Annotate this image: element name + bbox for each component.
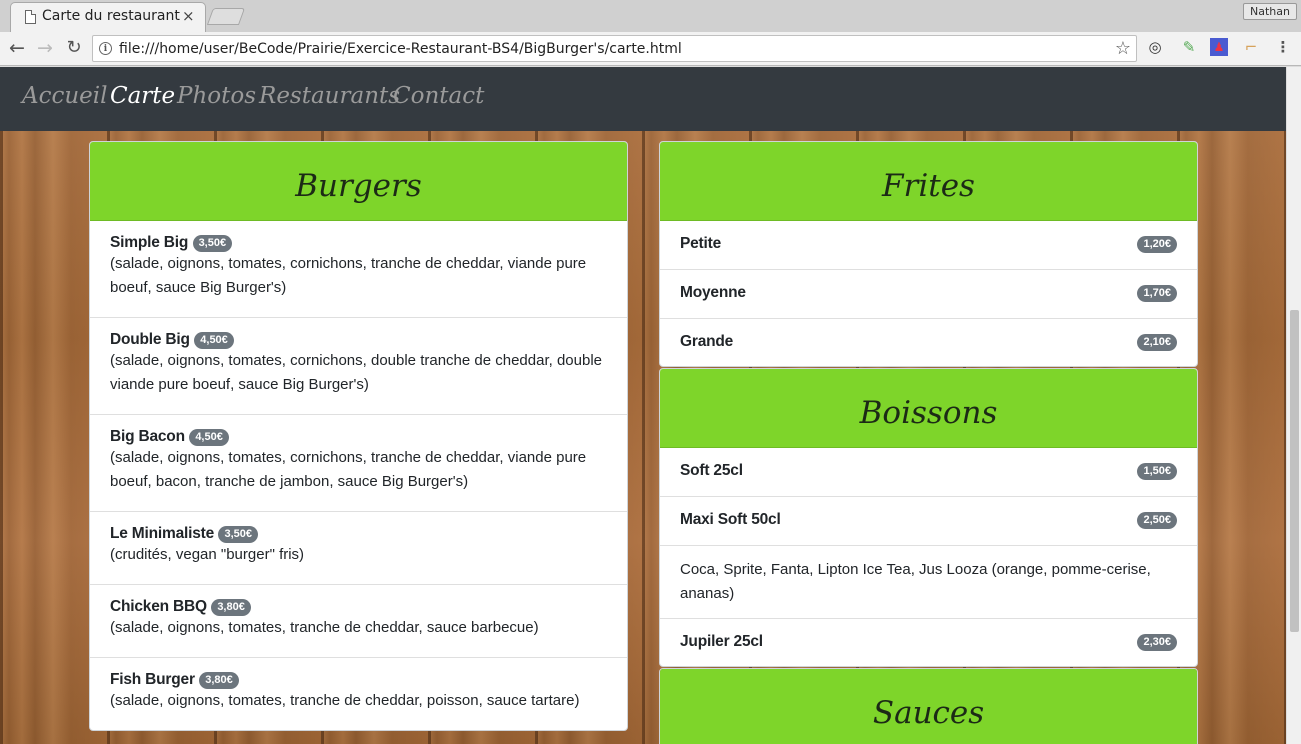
- nav-link-contact[interactable]: Contact: [393, 83, 484, 109]
- price-badge: 1,50€: [1137, 463, 1177, 480]
- price-badge: 4,50€: [194, 332, 234, 349]
- price-badge: 1,70€: [1137, 285, 1177, 302]
- list-item: Grande 2,10€: [660, 319, 1197, 366]
- page-viewport: Accueil Carte Photos Restaurants Contact…: [0, 67, 1286, 744]
- forward-icon[interactable]: →: [34, 37, 56, 59]
- info-icon[interactable]: i: [99, 42, 112, 55]
- new-tab-button[interactable]: [206, 8, 246, 25]
- site-navbar: Accueil Carte Photos Restaurants Contact: [0, 67, 1286, 131]
- frites-title: Frites: [882, 168, 975, 204]
- sauces-card: Sauces: [659, 668, 1198, 744]
- extension-avatar-icon[interactable]: ♟: [1210, 38, 1228, 56]
- browser-toolbar: ← → ↻ i file:///home/user/BeCode/Prairie…: [0, 32, 1301, 66]
- list-item: Big Bacon 4,50€ (salade, oignons, tomate…: [90, 415, 627, 512]
- sauces-title: Sauces: [872, 695, 985, 731]
- extension-ruler-icon[interactable]: ⌐: [1242, 38, 1260, 56]
- nav-link-accueil[interactable]: Accueil: [22, 83, 108, 109]
- frites-card: Frites Petite 1,20€ Moyenne 1,70€ Grande…: [659, 141, 1198, 367]
- price-badge: 2,10€: [1137, 334, 1177, 351]
- nav-link-carte[interactable]: Carte: [110, 83, 175, 109]
- drinks-note: Coca, Sprite, Fanta, Lipton Ice Tea, Jus…: [680, 561, 1151, 602]
- item-name: Soft 25cl: [680, 462, 743, 479]
- back-icon[interactable]: ←: [6, 37, 28, 59]
- boissons-title: Boissons: [859, 395, 998, 431]
- price-badge: 2,30€: [1137, 634, 1177, 651]
- price-badge: 2,50€: [1137, 512, 1177, 529]
- item-name: Double Big: [110, 331, 190, 348]
- reload-icon[interactable]: ↻: [63, 37, 85, 59]
- price-badge: 1,20€: [1137, 236, 1177, 253]
- burgers-header: Burgers: [90, 142, 627, 221]
- burgers-card: Burgers Simple Big 3,50€ (salade, oignon…: [89, 141, 628, 731]
- item-description: (salade, oignons, tomates, tranche de ch…: [110, 692, 580, 709]
- nav-link-restaurants[interactable]: Restaurants: [259, 83, 400, 109]
- bookmark-star-icon[interactable]: ☆: [1115, 38, 1131, 59]
- boissons-header: Boissons: [660, 369, 1197, 448]
- burgers-title: Burgers: [295, 168, 422, 204]
- item-name: Moyenne: [680, 284, 746, 301]
- list-item: Jupiler 25cl 2,30€: [660, 619, 1197, 666]
- item-description: (salade, oignons, tomates, tranche de ch…: [110, 619, 539, 636]
- item-name: Chicken BBQ: [110, 598, 207, 615]
- list-item: Le Minimaliste 3,50€ (crudités, vegan "b…: [90, 512, 627, 585]
- item-name: Fish Burger: [110, 671, 195, 688]
- list-item: Moyenne 1,70€: [660, 270, 1197, 319]
- item-name: Maxi Soft 50cl: [680, 511, 781, 528]
- boissons-card: Boissons Soft 25cl 1,50€ Maxi Soft 50cl …: [659, 368, 1198, 667]
- price-badge: 3,50€: [218, 526, 258, 543]
- url-text[interactable]: file:///home/user/BeCode/Prairie/Exercic…: [119, 41, 682, 57]
- item-description: (salade, oignons, tomates, cornichons, t…: [110, 255, 587, 296]
- price-badge: 3,80€: [199, 672, 239, 689]
- list-item: Double Big 4,50€ (salade, oignons, tomat…: [90, 318, 627, 415]
- extension-sync-icon[interactable]: ◎: [1146, 38, 1164, 56]
- page-scrollbar[interactable]: [1286, 67, 1301, 744]
- browser-menu-icon[interactable]: ⋮: [1274, 38, 1292, 56]
- sauces-header: Sauces: [660, 669, 1197, 744]
- price-badge: 4,50€: [189, 429, 229, 446]
- scrollbar-thumb[interactable]: [1290, 310, 1299, 632]
- address-bar[interactable]: i file:///home/user/BeCode/Prairie/Exerc…: [92, 35, 1137, 62]
- frites-header: Frites: [660, 142, 1197, 221]
- price-badge: 3,80€: [211, 599, 251, 616]
- item-description: (salade, oignons, tomates, cornichons, d…: [110, 352, 602, 393]
- browser-tab-bar: Carte du restaurant × Nathan: [0, 0, 1301, 32]
- list-item: Fish Burger 3,80€ (salade, oignons, toma…: [90, 658, 627, 730]
- list-item: Simple Big 3,50€ (salade, oignons, tomat…: [90, 221, 627, 318]
- extension-eyedropper-icon[interactable]: ✎: [1180, 38, 1198, 56]
- item-name: Jupiler 25cl: [680, 633, 763, 650]
- item-description: (crudités, vegan "burger" fris): [110, 546, 305, 563]
- close-tab-icon[interactable]: ×: [182, 7, 195, 25]
- item-name: Petite: [680, 235, 722, 252]
- item-name: Le Minimaliste: [110, 525, 215, 542]
- item-name: Simple Big: [110, 234, 189, 251]
- tab-title: Carte du restaurant: [42, 8, 180, 24]
- list-item: Petite 1,20€: [660, 221, 1197, 270]
- list-item: Chicken BBQ 3,80€ (salade, oignons, toma…: [90, 585, 627, 658]
- list-item: Coca, Sprite, Fanta, Lipton Ice Tea, Jus…: [660, 546, 1197, 619]
- price-badge: 3,50€: [192, 235, 233, 252]
- profile-button[interactable]: Nathan: [1243, 3, 1297, 20]
- browser-tab[interactable]: Carte du restaurant ×: [10, 2, 206, 32]
- item-description: (salade, oignons, tomates, cornichons, t…: [110, 449, 587, 490]
- list-item: Soft 25cl 1,50€: [660, 448, 1197, 497]
- nav-link-photos[interactable]: Photos: [177, 83, 256, 109]
- item-name: Grande: [680, 333, 734, 350]
- document-icon: [25, 10, 36, 24]
- list-item: Maxi Soft 50cl 2,50€: [660, 497, 1197, 546]
- item-name: Big Bacon: [110, 428, 185, 445]
